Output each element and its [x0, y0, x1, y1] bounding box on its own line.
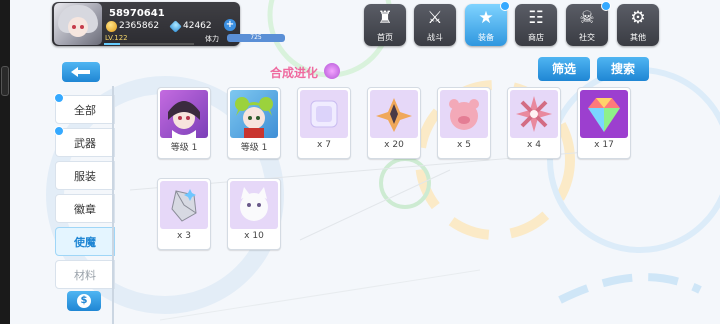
notification-dot	[500, 1, 510, 11]
add-currency-button[interactable]: +	[224, 19, 236, 31]
coin-balance: 2365862	[106, 19, 159, 33]
sidebar-item-weapons[interactable]: 武器	[54, 126, 115, 157]
silver-crystal-icon	[160, 181, 208, 229]
currency-shop-button[interactable]: $	[67, 291, 101, 311]
gem-balance: 42462	[169, 19, 212, 33]
coin-icon	[106, 20, 117, 32]
edge-handle	[1, 66, 9, 96]
skull-icon: ☠	[579, 8, 595, 28]
inventory-item[interactable]: x 3	[157, 178, 211, 250]
player-id: 58970641	[109, 8, 165, 19]
pink-flower-icon	[510, 90, 558, 138]
back-button[interactable]	[62, 62, 100, 82]
castle-icon: ♜	[377, 8, 393, 28]
inventory-item[interactable]: x 10	[227, 178, 281, 250]
inventory-item[interactable]: x 20	[367, 87, 421, 159]
settings-icon: ⚙	[630, 8, 646, 28]
sidebar-divider	[112, 86, 114, 324]
avatar[interactable]	[54, 3, 102, 45]
nav-equipment[interactable]: ★ 装备	[465, 1, 510, 46]
gem-icon	[169, 19, 182, 33]
sidebar-item-all[interactable]: 全部	[54, 93, 115, 124]
evolve-icon	[324, 63, 340, 79]
star-icon: ★	[478, 8, 494, 28]
search-button[interactable]: 搜索	[597, 57, 649, 81]
player-panel[interactable]: 58970641 2365862 42462 LV.122 体力 725	[52, 2, 285, 46]
crystal-cube-icon	[300, 90, 348, 138]
nav-other[interactable]: ⚙ 其他	[617, 4, 659, 46]
dollar-icon: $	[77, 294, 91, 308]
white-cat-icon	[230, 181, 278, 229]
inventory-item[interactable]: x 17	[577, 87, 631, 159]
rainbow-gem-icon	[580, 90, 628, 138]
nav-home[interactable]: ♜ 首页	[364, 4, 406, 46]
xp-bar	[104, 43, 194, 45]
page-title: 合成进化	[270, 66, 319, 80]
stamina-label: 体力	[205, 35, 219, 43]
screen-edge	[0, 0, 10, 324]
stamina-value: 725	[227, 34, 285, 42]
pink-pig-icon	[440, 90, 488, 138]
nav-social[interactable]: ☠ 社交	[566, 1, 611, 46]
player-level: LV.122	[105, 34, 128, 42]
sidebar-item-badges[interactable]: 徽章	[55, 194, 115, 223]
nav-battle[interactable]: ⚔ 战斗	[414, 4, 456, 46]
inventory-item[interactable]: 等级 1	[157, 87, 211, 159]
orange-shard-icon	[370, 90, 418, 138]
sidebar-item-materials[interactable]: 材料	[55, 260, 115, 289]
sidebar-item-familiars[interactable]: 使魔	[55, 227, 115, 256]
green-hair-pet-portrait	[230, 90, 278, 138]
dark-hair-pet-portrait	[160, 90, 208, 138]
inventory-item[interactable]: x 5	[437, 87, 491, 159]
cart-icon: ☷	[528, 8, 544, 28]
inventory-item[interactable]: 等级 1	[227, 87, 281, 159]
nav-shop[interactable]: ☷ 商店	[515, 4, 557, 46]
inventory-item[interactable]: x 7	[297, 87, 351, 159]
notification-dot	[601, 1, 611, 11]
inventory-item[interactable]: x 4	[507, 87, 561, 159]
sidebar-item-costumes[interactable]: 服装	[55, 161, 115, 190]
crossed-swords-icon: ⚔	[427, 8, 443, 28]
filter-button[interactable]: 筛选	[538, 57, 590, 81]
